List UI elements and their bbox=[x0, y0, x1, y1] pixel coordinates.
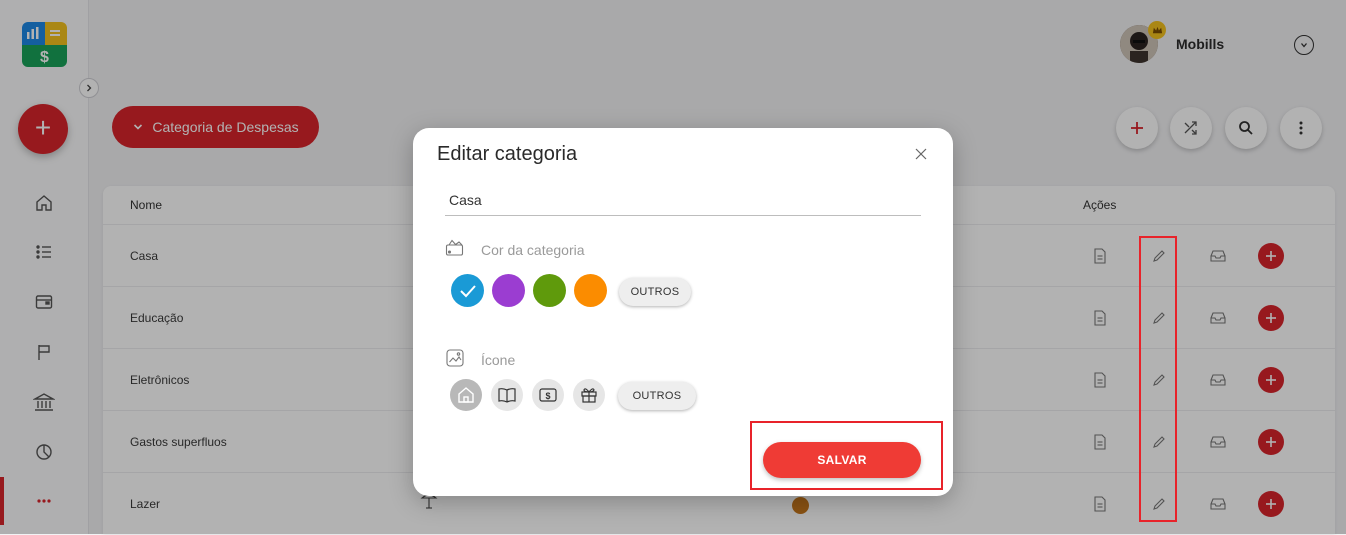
color-section-label: Cor da categoria bbox=[481, 242, 585, 258]
gift-icon bbox=[581, 388, 597, 403]
more-icons-button[interactable]: OUTROS bbox=[618, 382, 696, 410]
svg-text:$: $ bbox=[545, 391, 550, 401]
modal-title: Editar categoria bbox=[437, 143, 578, 165]
save-button-highlight bbox=[750, 421, 943, 490]
icon-section-label: Ícone bbox=[481, 352, 516, 368]
icon-option-book[interactable] bbox=[491, 379, 523, 411]
color-swatch-orange[interactable] bbox=[574, 274, 607, 307]
book-icon bbox=[498, 388, 516, 403]
money-icon: $ bbox=[539, 388, 557, 402]
palette-icon bbox=[445, 238, 465, 258]
edit-column-highlight bbox=[1139, 236, 1177, 522]
check-icon bbox=[459, 284, 476, 297]
image-icon bbox=[445, 348, 465, 368]
close-icon[interactable] bbox=[912, 145, 930, 163]
icon-option-home[interactable] bbox=[450, 379, 482, 411]
icon-option-money[interactable]: $ bbox=[532, 379, 564, 411]
home-icon bbox=[458, 387, 474, 403]
color-swatch-green[interactable] bbox=[533, 274, 566, 307]
color-swatch-blue[interactable] bbox=[451, 274, 484, 307]
color-swatch-purple[interactable] bbox=[492, 274, 525, 307]
category-name-input[interactable] bbox=[445, 184, 921, 216]
icon-option-gift[interactable] bbox=[573, 379, 605, 411]
more-colors-button[interactable]: OUTROS bbox=[619, 278, 691, 306]
